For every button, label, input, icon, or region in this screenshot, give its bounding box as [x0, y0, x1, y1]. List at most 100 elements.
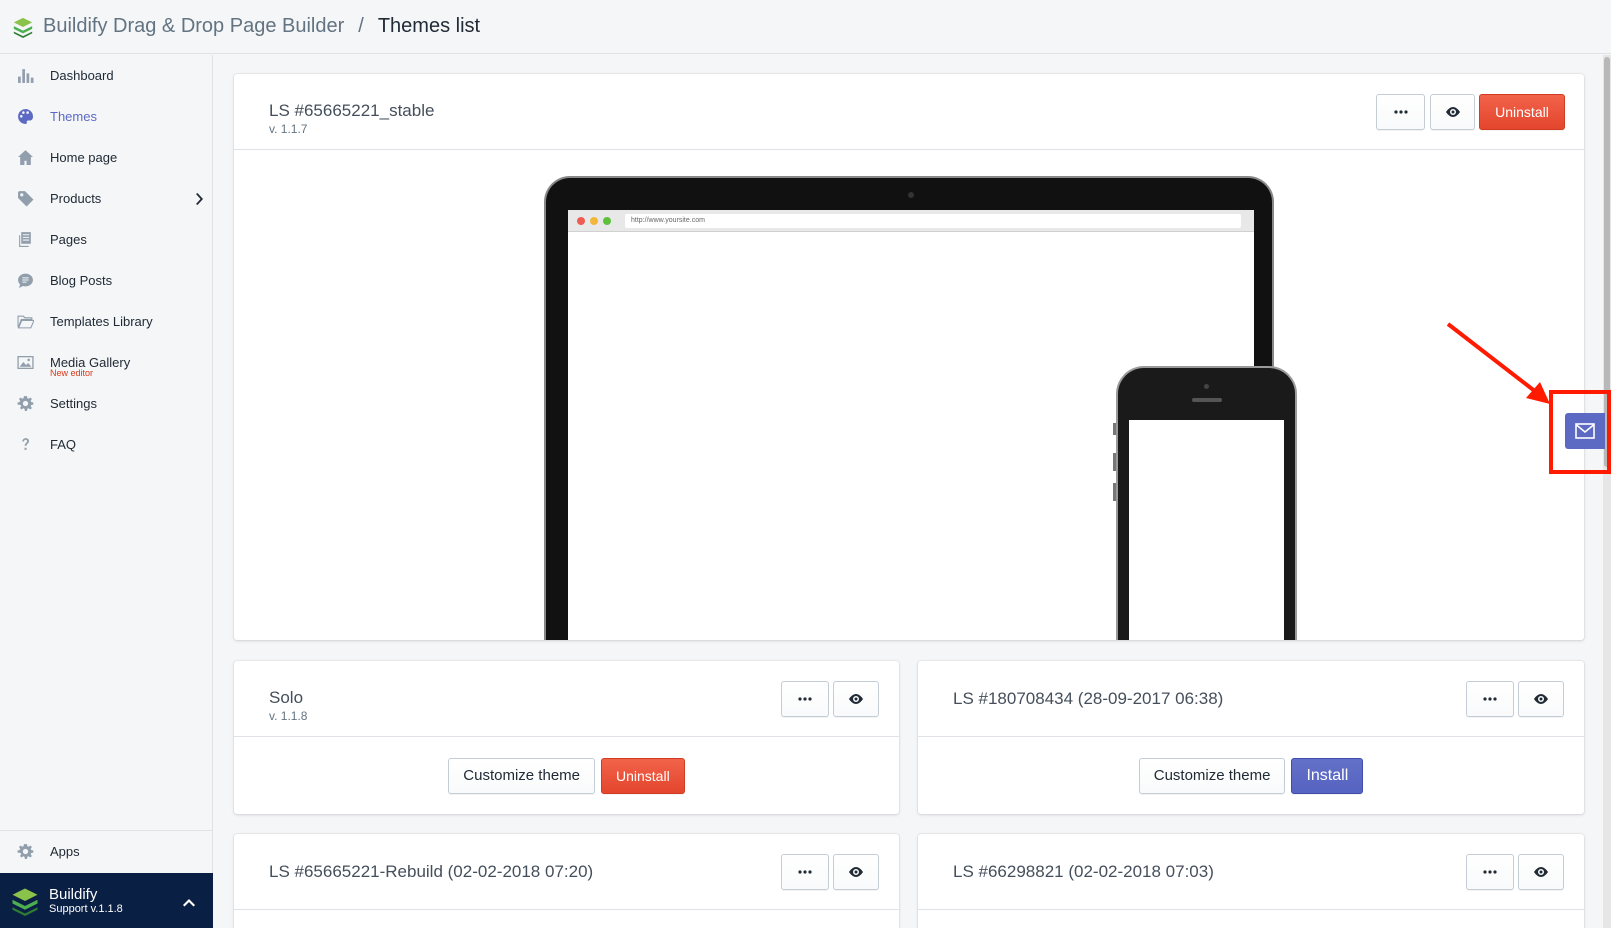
eye-icon — [1445, 107, 1460, 117]
main-theme-header: LS #65665221_stable v. 1.1.7 Uninstall — [234, 74, 1584, 150]
theme-title: LS #66298821 (02-02-2018 07:03) — [953, 862, 1214, 881]
customize-theme-button[interactable]: Customize theme — [448, 757, 595, 794]
phone-speaker — [1192, 398, 1222, 402]
more-actions-button[interactable] — [1376, 94, 1425, 130]
sidebar-item-faq[interactable]: FAQ — [0, 424, 212, 465]
theme-card-header: LS #180708434 (28-09-2017 06:38) — [918, 661, 1584, 737]
theme-version: v. 1.1.7 — [269, 122, 308, 136]
pages-icon — [17, 231, 34, 248]
sidebar-item-products[interactable]: Products — [0, 178, 212, 219]
theme-title: Solo — [269, 688, 304, 707]
sidebar-item-templates-library[interactable]: Templates Library — [0, 301, 212, 342]
sidebar-item-label: Settings — [50, 396, 97, 411]
preview-button[interactable] — [1518, 854, 1564, 890]
sidebar-item-label: Home page — [50, 150, 118, 165]
maximize-dot — [603, 217, 611, 225]
eye-icon — [1534, 867, 1548, 877]
sidebar-item-settings[interactable]: Settings — [0, 383, 212, 424]
sidebar: Dashboard Themes Home page Products Page… — [0, 55, 213, 928]
sidebar-item-apps[interactable]: Apps — [0, 830, 212, 871]
theme-version: v. 1.1.8 — [269, 709, 308, 723]
uninstall-button[interactable]: Uninstall — [1479, 94, 1565, 130]
sidebar-item-label: Blog Posts — [50, 273, 113, 288]
browser-bar: http://www.yoursite.com — [568, 210, 1254, 232]
theme-card: LS #65665221-Rebuild (02-02-2018 07:20) — [234, 834, 899, 928]
home-icon — [17, 149, 34, 166]
more-actions-button[interactable] — [781, 681, 829, 717]
chevron-up-icon[interactable] — [183, 895, 195, 907]
support-text: Buildify Support v.1.1.8 — [49, 886, 123, 916]
phone-button — [1113, 453, 1116, 471]
page-scrollbar[interactable] — [1603, 55, 1611, 928]
chevron-right-icon[interactable] — [194, 192, 204, 205]
more-actions-button[interactable] — [1466, 854, 1514, 890]
page-title: Themes list — [377, 15, 481, 37]
sidebar-item-home-page[interactable]: Home page — [0, 137, 212, 178]
puzzle-icon — [17, 843, 34, 860]
sidebar-item-label: FAQ — [50, 437, 77, 452]
ellipsis-icon — [1393, 110, 1408, 114]
theme-card-header: Solo v. 1.1.8 — [234, 661, 899, 737]
bar-chart-icon — [17, 67, 34, 84]
phone-camera — [1204, 384, 1209, 389]
uninstall-button[interactable]: Uninstall — [601, 757, 685, 794]
more-actions-button[interactable] — [1466, 681, 1514, 717]
breadcrumb-separator: / — [358, 15, 364, 37]
preview-button[interactable] — [1430, 94, 1475, 130]
sidebar-item-label: Pages — [50, 232, 87, 247]
buildify-logo-icon — [13, 17, 33, 38]
sidebar-item-label: Themes — [50, 109, 97, 124]
more-actions-button[interactable] — [781, 854, 829, 890]
phone-mockup — [1113, 366, 1297, 640]
theme-title: LS #180708434 (28-09-2017 06:38) — [953, 689, 1224, 708]
buildify-logo-icon — [12, 888, 38, 916]
eye-icon — [849, 694, 863, 704]
sidebar-item-label: Apps — [50, 843, 80, 859]
paint-palette-icon — [17, 108, 34, 125]
sidebar-item-themes[interactable]: Themes — [0, 96, 212, 137]
customize-theme-button[interactable]: Customize theme — [1138, 757, 1286, 794]
annotation-arrow-icon — [1446, 322, 1550, 404]
theme-card-actions: Customize theme Install — [918, 738, 1584, 813]
preview-button[interactable] — [833, 681, 879, 717]
preview-button[interactable] — [1518, 681, 1564, 717]
theme-card-header: LS #66298821 (02-02-2018 07:03) — [918, 834, 1584, 910]
sidebar-item-dashboard[interactable]: Dashboard — [0, 55, 212, 96]
ellipsis-icon — [1483, 870, 1497, 874]
install-button[interactable]: Install — [1291, 757, 1364, 794]
tag-icon — [17, 190, 34, 207]
app-name-link[interactable]: Buildify Drag & Drop Page Builder — [43, 15, 344, 38]
ellipsis-icon — [798, 870, 812, 874]
top-bar: Buildify Drag & Drop Page Builder / Them… — [0, 0, 1611, 54]
theme-title: LS #65665221_stable — [269, 101, 435, 120]
browser-url: http://www.yoursite.com — [625, 214, 1241, 228]
theme-card: LS #66298821 (02-02-2018 07:03) — [918, 834, 1584, 928]
sidebar-item-blog-posts[interactable]: Blog Posts — [0, 260, 212, 301]
phone-screen — [1129, 420, 1284, 640]
theme-card: Solo v. 1.1.8 Customize theme Uninstall — [234, 661, 899, 814]
eye-icon — [849, 867, 863, 877]
ellipsis-icon — [1483, 697, 1497, 701]
minimize-dot — [590, 217, 598, 225]
support-version: Support v.1.1.8 — [49, 902, 123, 915]
laptop-camera — [908, 192, 914, 198]
theme-card-actions: Customize theme Uninstall — [234, 738, 899, 813]
question-icon — [17, 436, 34, 453]
sidebar-item-label: Dashboard — [50, 68, 114, 83]
close-dot — [577, 217, 585, 225]
sidebar-item-pages[interactable]: Pages — [0, 219, 212, 260]
theme-card-header: LS #65665221-Rebuild (02-02-2018 07:20) — [234, 834, 899, 910]
sidebar-item-media-gallery[interactable]: Media Gallery New editor — [0, 342, 212, 383]
annotation-highlight-box — [1549, 390, 1611, 474]
support-name: Buildify — [49, 885, 98, 903]
theme-card: LS #180708434 (28-09-2017 06:38) Customi… — [918, 661, 1584, 814]
ellipsis-icon — [798, 697, 812, 701]
folder-open-icon — [17, 313, 34, 330]
phone-button — [1113, 423, 1116, 435]
main-theme-card: LS #65665221_stable v. 1.1.7 Uninstall h… — [234, 74, 1584, 640]
sidebar-item-label: Templates Library — [50, 314, 153, 329]
preview-button[interactable] — [833, 854, 879, 890]
support-panel[interactable]: Buildify Support v.1.1.8 — [0, 873, 213, 928]
image-icon — [17, 354, 34, 371]
sidebar-item-label: Products — [50, 191, 102, 206]
